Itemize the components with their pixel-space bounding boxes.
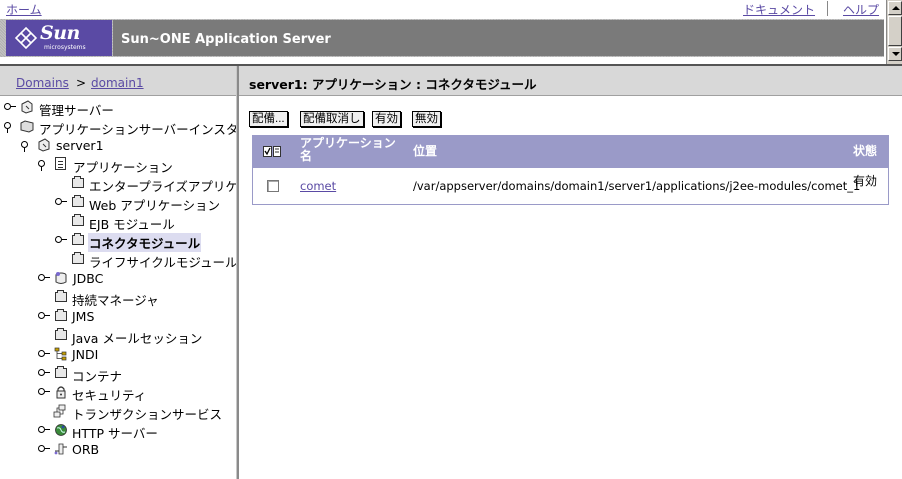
scroll-down-button[interactable] [888, 47, 902, 61]
navigation-tree-pane: Domains > domain1 管理サーバー アプリケーションサーバーインス… [0, 66, 236, 479]
home-link[interactable]: ホーム [6, 1, 42, 18]
collapse-toggle-icon[interactable] [4, 121, 16, 133]
page-title: server1: アプリケーション : コネクタモジュール [249, 77, 537, 92]
folder-icon [72, 176, 84, 188]
product-title: Sun~ONE Application Server [121, 32, 331, 47]
link-separator [827, 1, 828, 16]
tree-item-ejb-modules[interactable]: EJB モジュール [0, 212, 236, 232]
arrow-up-icon [892, 6, 900, 10]
instances-folder-icon [20, 120, 34, 133]
tree-item-label: JDBC [73, 271, 104, 286]
tree-item-app-server-instances[interactable]: アプリケーションサーバーインスタ [0, 117, 236, 137]
content-title-bar: server1: アプリケーション : コネクタモジュール [239, 66, 902, 96]
tree-item-persistence-manager[interactable]: 持続マネージャ [0, 288, 236, 308]
expand-toggle-icon[interactable] [38, 387, 50, 397]
tree-item-http-server[interactable]: HTTP サーバー [0, 421, 236, 441]
breadcrumb-domains-link[interactable]: Domains [16, 76, 69, 90]
tree-item-jdbc[interactable]: JDBC [0, 269, 236, 287]
applications-icon [55, 157, 66, 170]
help-link[interactable]: ヘルプ [843, 1, 879, 18]
breadcrumb-domain1-link[interactable]: domain1 [91, 76, 144, 90]
tree-item-transaction-service[interactable]: トランザクションサービス [0, 402, 236, 422]
expand-toggle-icon[interactable] [38, 368, 50, 378]
folder-icon [55, 366, 67, 378]
folder-icon [72, 214, 84, 226]
expand-toggle-icon[interactable] [38, 444, 50, 454]
module-location: /var/appserver/domains/domain1/server1/a… [413, 179, 861, 193]
breadcrumb-separator: > [76, 76, 87, 90]
expand-toggle-icon[interactable] [4, 102, 16, 112]
orb-icon [54, 443, 67, 455]
tree-item-jms[interactable]: JMS [0, 307, 236, 325]
tree-item-label: JMS [72, 309, 95, 324]
globe-icon [55, 424, 67, 436]
tree-item-orb[interactable]: ORB [0, 440, 236, 458]
banner: Sun microsystems Sun~ONE Application Ser… [0, 19, 884, 57]
tree-item-applications[interactable]: アプリケーション [0, 155, 236, 175]
sun-logo-icon [14, 26, 38, 50]
scroll-up-button[interactable] [888, 1, 902, 15]
table-row: comet /var/appserver/domains/domain1/ser… [253, 168, 888, 204]
sun-logo: Sun microsystems [6, 20, 112, 56]
tree-item-label: ORB [72, 442, 100, 457]
expand-toggle-icon[interactable] [38, 311, 50, 321]
collapse-toggle-icon[interactable] [21, 140, 33, 152]
top-links: ホーム ドキュメント ヘルプ [0, 0, 884, 18]
documentation-link[interactable]: ドキュメント [743, 1, 815, 18]
logo-subtext: microsystems [44, 44, 86, 51]
column-header-name-line1[interactable]: アプリケーション [300, 137, 396, 150]
collapse-toggle-icon[interactable] [38, 159, 50, 171]
tree-item-web-apps[interactable]: Web アプリケーション [0, 193, 236, 213]
tree-item-container[interactable]: コンテナ [0, 364, 236, 384]
scroll-thumb[interactable] [888, 16, 902, 46]
breadcrumb: Domains > domain1 [0, 66, 236, 96]
column-header-name-line2[interactable]: 名 [300, 150, 312, 163]
expand-toggle-icon[interactable] [55, 197, 67, 207]
expand-toggle-icon[interactable] [38, 273, 50, 283]
folder-icon [55, 290, 67, 302]
tree-item-connector-modules[interactable]: コネクタモジュール [0, 231, 236, 252]
modules-table: アプリケーション 名 位置 状態 comet /var/appserver/do… [252, 135, 889, 205]
folder-icon [55, 309, 67, 321]
folder-icon [72, 233, 84, 245]
tree-item-server1[interactable]: server1 [0, 136, 236, 154]
content-pane: server1: アプリケーション : コネクタモジュール 配備... 配備取消… [239, 66, 902, 479]
tree-item-admin-server[interactable]: 管理サーバー [0, 98, 236, 118]
enable-button[interactable]: 有効 [372, 111, 401, 127]
row-select-checkbox[interactable] [267, 180, 279, 192]
server-icon [38, 138, 50, 152]
table-header: アプリケーション 名 位置 状態 [253, 136, 888, 168]
tree-item-label: server1 [56, 138, 104, 153]
expand-toggle-icon[interactable] [38, 425, 50, 435]
folder-icon [72, 195, 84, 207]
tree-item-label: JNDI [72, 347, 99, 362]
expand-toggle-icon[interactable] [55, 235, 67, 245]
tree-item-lifecycle-modules[interactable]: ライフサイクルモジュール [0, 250, 236, 270]
disable-button[interactable]: 無効 [412, 111, 441, 127]
tree-item-security[interactable]: セキュリティ [0, 383, 236, 403]
lock-icon [56, 386, 66, 399]
naming-tree-icon [54, 347, 67, 361]
select-all-checkbox-icon[interactable] [263, 146, 281, 158]
module-name-link[interactable]: comet [300, 179, 336, 193]
tree-item-java-mail[interactable]: Java メールセッション [0, 326, 236, 346]
folder-icon [55, 328, 67, 340]
database-icon [55, 272, 67, 284]
tree-item-jndi[interactable]: JNDI [0, 345, 236, 363]
header: ホーム ドキュメント ヘルプ Sun microsystems Sun~ONE … [0, 0, 902, 66]
module-status: 有効 [853, 174, 878, 188]
undeploy-button[interactable]: 配備取消し [300, 111, 364, 127]
expand-toggle-icon[interactable] [38, 349, 50, 359]
product-banner: Sun~ONE Application Server [113, 20, 884, 56]
tree-item-enterprise-apps[interactable]: エンタープライズアプリケ [0, 174, 236, 194]
column-header-location[interactable]: 位置 [413, 145, 437, 158]
deploy-button[interactable]: 配備... [249, 111, 288, 127]
server-icon [21, 100, 33, 114]
header-scrollbar[interactable] [886, 0, 902, 64]
logo-text: Sun [40, 22, 80, 44]
arrow-down-icon [892, 52, 900, 56]
folder-icon [72, 252, 84, 264]
transaction-icon [53, 404, 66, 418]
column-header-status[interactable]: 状態 [853, 145, 877, 158]
